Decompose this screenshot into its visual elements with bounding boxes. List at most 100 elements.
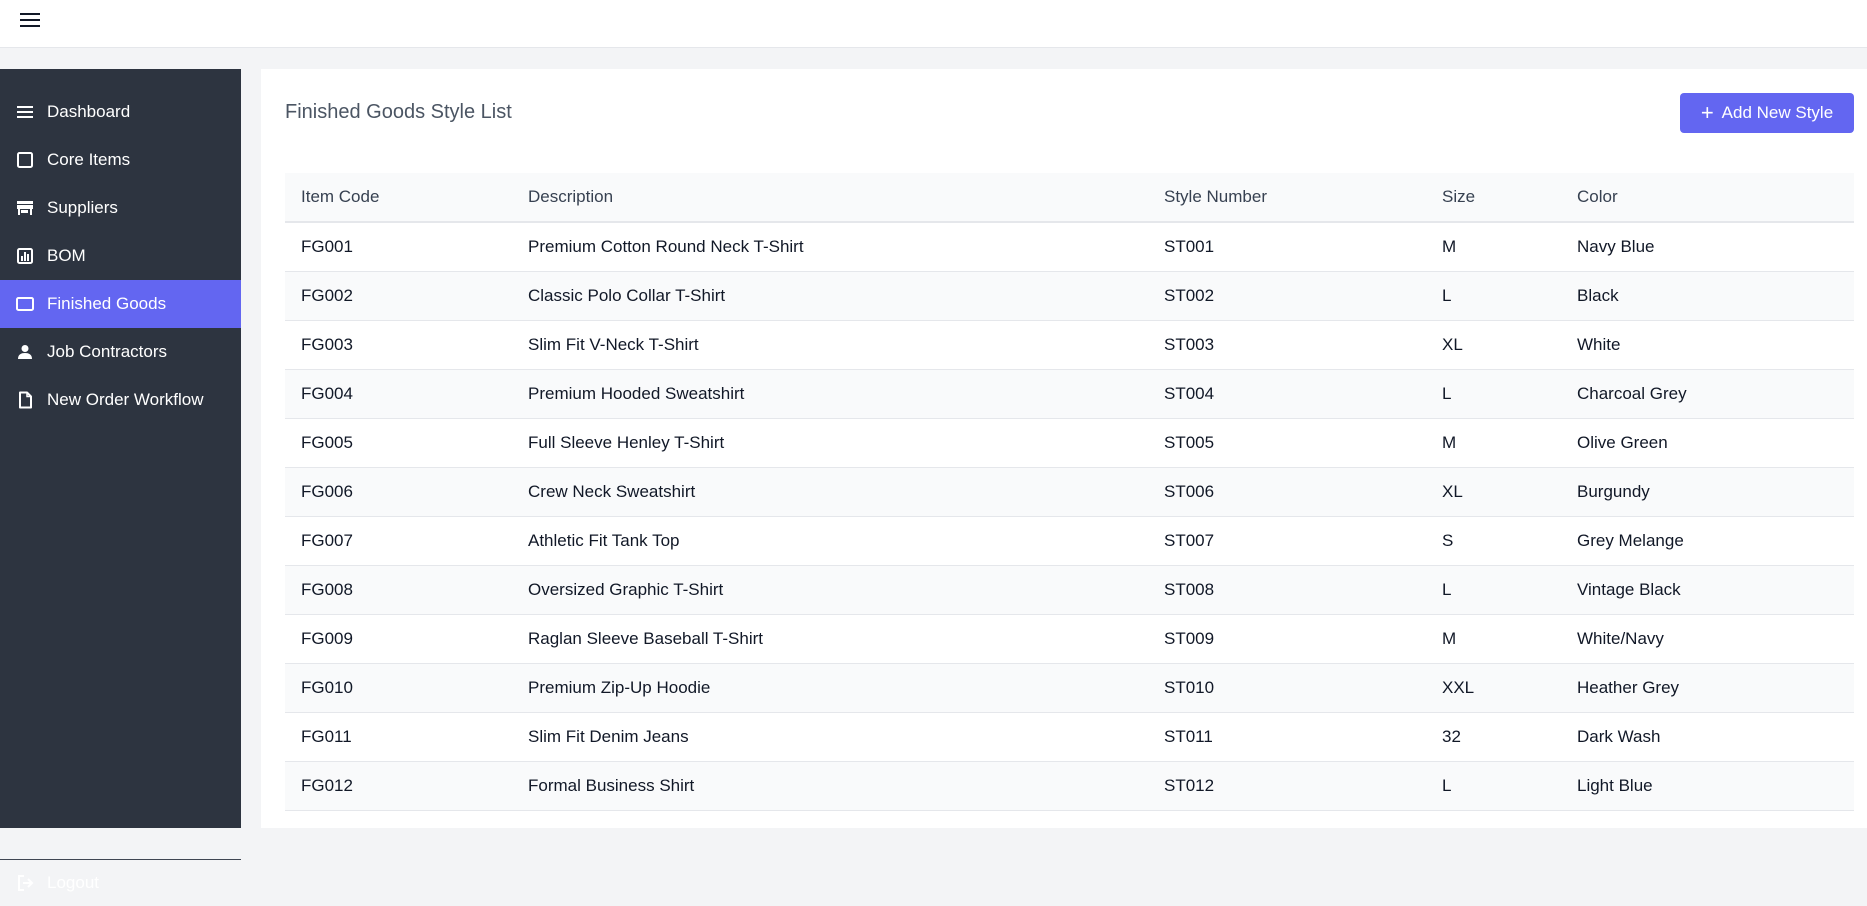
add-new-style-button[interactable]: + Add New Style — [1680, 93, 1854, 133]
style-number-cell: ST008 — [1164, 579, 1215, 599]
size-cell: XL — [1442, 334, 1463, 354]
item-code-cell: FG004 — [301, 383, 353, 403]
size-cell: L — [1442, 579, 1452, 599]
size-cell: L — [1442, 775, 1452, 795]
item-code-cell: FG011 — [301, 726, 352, 746]
style-number-cell: ST007 — [1164, 530, 1215, 550]
style-number-cell: ST001 — [1164, 236, 1215, 256]
description-cell: Premium Cotton Round Neck T-Shirt — [528, 236, 804, 256]
table-header-row: Item Code Description Style Number Size … — [285, 173, 1854, 222]
color-cell: Navy Blue — [1577, 236, 1655, 256]
sidebar-item-dashboard[interactable]: Dashboard — [0, 88, 241, 136]
column-header-color[interactable]: Color — [1561, 173, 1854, 222]
table-row[interactable]: FG007 Athletic Fit Tank Top ST007 S Grey Mel… — [285, 516, 1854, 565]
style-number-cell: ST010 — [1164, 677, 1215, 697]
style-number-cell: ST009 — [1164, 628, 1215, 648]
sidebar-item-suppliers[interactable]: Suppliers — [0, 184, 241, 232]
style-number-cell: ST012 — [1164, 775, 1215, 795]
sidebar: Dashboard Core Items Suppliers BOM Finis… — [0, 69, 241, 892]
size-cell: M — [1442, 432, 1457, 452]
size-cell: M — [1442, 236, 1457, 256]
sidebar-item-label: Core Items — [47, 150, 131, 169]
sidebar-item-label: Suppliers — [47, 198, 118, 217]
color-cell: Light Blue — [1577, 775, 1653, 795]
sidebar-item-label: Finished Goods — [47, 294, 167, 313]
description-cell: Raglan Sleeve Baseball T-Shirt — [528, 628, 763, 648]
plus-icon: + — [1700, 100, 1714, 125]
color-cell: Charcoal Grey — [1577, 383, 1687, 403]
description-cell: Slim Fit Denim Jeans — [528, 726, 689, 746]
column-header-style-number[interactable]: Style Number — [1148, 173, 1426, 222]
item-code-cell: FG012 — [301, 775, 353, 795]
item-code-cell: FG001 — [301, 236, 353, 256]
description-cell: Premium Hooded Sweatshirt — [528, 383, 745, 403]
store-icon — [16, 199, 34, 217]
table-row[interactable]: FG004 Premium Hooded Sweatshirt ST004 L Char… — [285, 369, 1854, 418]
menu-lines-icon — [16, 103, 34, 121]
item-code-cell: FG002 — [301, 285, 353, 305]
document-icon — [16, 391, 34, 409]
item-code-cell: FG007 — [301, 530, 353, 550]
description-cell: Athletic Fit Tank Top — [528, 530, 680, 550]
item-code-cell: FG005 — [301, 432, 353, 452]
table-row[interactable]: FG011 Slim Fit Denim Jeans ST011 32 Dark Was… — [285, 712, 1854, 761]
size-cell: S — [1442, 530, 1454, 550]
item-code-cell: FG003 — [301, 334, 353, 354]
size-cell: XXL — [1442, 677, 1475, 697]
page-title: Finished Goods Style List — [285, 101, 512, 123]
sidebar-item-finished-goods[interactable]: Finished Goods — [0, 280, 241, 328]
color-cell: White/Navy — [1577, 628, 1664, 648]
size-cell: M — [1442, 628, 1457, 648]
sidebar-item-bom[interactable]: BOM — [0, 232, 241, 280]
sidebar-item-new-order-workflow[interactable]: New Order Workflow — [0, 376, 241, 424]
color-cell: Vintage Black — [1577, 579, 1681, 599]
sidebar-item-core-items[interactable]: Core Items — [0, 136, 241, 184]
table-row[interactable]: FG008 Oversized Graphic T-Shirt ST008 L Vint… — [285, 565, 1854, 614]
item-code-cell: FG009 — [301, 628, 353, 648]
rectangle-icon — [16, 295, 34, 313]
table-row[interactable]: FG012 Formal Business Shirt ST012 L Light Bl… — [285, 761, 1854, 810]
table-row[interactable]: FG010 Premium Zip-Up Hoodie ST010 XXL Heathe… — [285, 663, 1854, 712]
sidebar-item-label: BOM — [47, 246, 86, 265]
color-cell: Heather Grey — [1577, 677, 1680, 697]
table-row[interactable]: FG002 Classic Polo Collar T-Shirt ST002 L Bl… — [285, 271, 1854, 320]
table-row[interactable]: FG001 Premium Cotton Round Neck T-Shirt ST… — [285, 222, 1854, 271]
sidebar-item-label: Job Contractors — [47, 342, 167, 361]
style-number-cell: ST003 — [1164, 334, 1215, 354]
main-content: Finished Goods Style List + Add New Styl… — [261, 69, 1867, 828]
finished-goods-table: Item Code Description Style Number Size … — [285, 173, 1854, 811]
item-code-cell: FG006 — [301, 481, 353, 501]
item-code-cell: FG010 — [301, 677, 353, 697]
column-header-item-code[interactable]: Item Code — [285, 173, 512, 222]
color-cell: Grey Melange — [1577, 530, 1684, 550]
description-cell: Premium Zip-Up Hoodie — [528, 677, 711, 697]
table-row[interactable]: FG009 Raglan Sleeve Baseball T-Shirt ST009… — [285, 614, 1854, 663]
sidebar-item-label: Dashboard — [47, 102, 131, 121]
style-number-cell: ST005 — [1164, 432, 1215, 452]
description-cell: Oversized Graphic T-Shirt — [528, 579, 724, 599]
hamburger-menu-icon[interactable] — [20, 11, 42, 29]
style-number-cell: ST004 — [1164, 383, 1215, 403]
sidebar-item-job-contractors[interactable]: Job Contractors — [0, 328, 241, 376]
description-cell: Formal Business Shirt — [528, 775, 695, 795]
add-new-style-label: Add New Style — [1721, 103, 1834, 122]
column-header-size[interactable]: Size — [1426, 173, 1561, 222]
top-bar — [0, 0, 1867, 48]
table-row[interactable]: FG005 Full Sleeve Henley T-Shirt ST005 M Oli… — [285, 418, 1854, 467]
style-number-cell: ST011 — [1164, 726, 1213, 746]
logout-label: Logout — [47, 873, 99, 892]
logout-button[interactable]: Logout — [0, 860, 241, 906]
description-cell: Full Sleeve Henley T-Shirt — [528, 432, 725, 452]
size-cell: L — [1442, 285, 1452, 305]
table-row[interactable]: FG003 Slim Fit V-Neck T-Shirt ST003 XL White — [285, 320, 1854, 369]
size-cell: XL — [1442, 481, 1463, 501]
table-row[interactable]: FG006 Crew Neck Sweatshirt ST006 XL Burgundy — [285, 467, 1854, 516]
size-cell: 32 — [1442, 726, 1461, 746]
column-header-description[interactable]: Description — [512, 173, 1148, 222]
description-cell: Crew Neck Sweatshirt — [528, 481, 696, 501]
color-cell: White — [1577, 334, 1621, 354]
logout-icon — [16, 874, 34, 892]
item-code-cell: FG008 — [301, 579, 353, 599]
size-cell: L — [1442, 383, 1452, 403]
color-cell: Dark Wash — [1577, 726, 1661, 746]
